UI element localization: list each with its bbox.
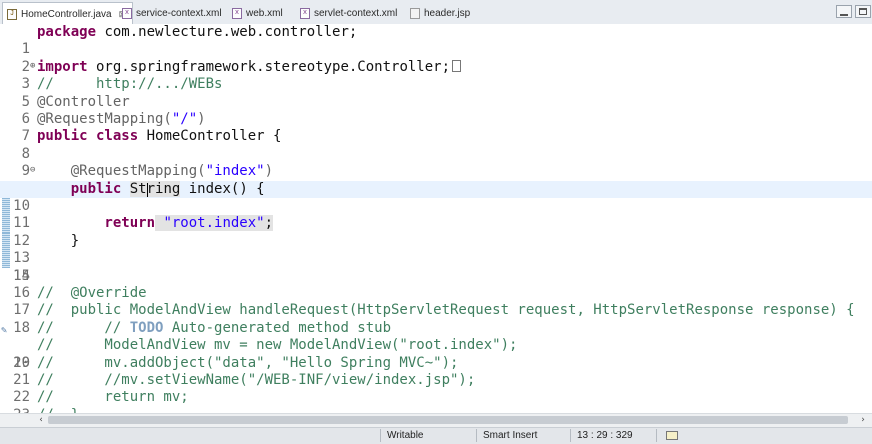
code-line: 21 // mv.addObject("data", "Hello Spring… [0, 355, 872, 388]
tab-homecontroller-java[interactable]: J HomeController.java ⊠ [2, 2, 134, 25]
xml-file-icon: x [300, 7, 310, 19]
current-code-line: 11 public String index() { [0, 180, 872, 231]
code-line: 16 [0, 268, 872, 301]
task-marker-icon[interactable]: ✎ [1, 322, 11, 336]
code-line: 3 ⊕ import org.springframework.stereotyp… [0, 59, 872, 92]
editor-tab-bar: J HomeController.java ⊠ x service-contex… [0, 0, 872, 25]
tab-label: web.xml [246, 7, 283, 19]
text-caret [147, 182, 148, 197]
code-line: ✎ 19 // // TODO Auto-generated method st… [1, 319, 392, 371]
status-insert-mode: Smart Insert [483, 430, 538, 441]
status-cursor-position: 13 : 29 : 329 [577, 430, 633, 441]
tab-label: servlet-context.xml [314, 7, 398, 19]
tab-header-jsp[interactable]: header.jsp [410, 3, 470, 23]
horizontal-scrollbar[interactable]: ‹ › [0, 413, 872, 427]
status-divider [380, 429, 381, 442]
code-line: 2 [0, 41, 872, 75]
code-line: 15 [0, 250, 872, 284]
code-line: 5 // http://.../WEBs [0, 76, 872, 109]
tab-web-xml[interactable]: x web.xml [232, 3, 283, 23]
maximize-button[interactable] [855, 5, 871, 18]
code-line: 23 // return mv; [0, 389, 872, 413]
scroll-left-icon[interactable]: ‹ [34, 414, 48, 427]
xml-file-icon: x [232, 7, 242, 19]
status-divider [656, 429, 657, 442]
code-line: 18 // public ModelAndView handleRequest(… [0, 302, 872, 335]
memory-indicator-icon[interactable] [666, 431, 678, 440]
code-line: 14 } [0, 233, 872, 284]
scroll-right-icon[interactable]: › [856, 414, 870, 427]
status-writable: Writable [387, 430, 424, 441]
fold-collapse-icon[interactable]: ⊖ [30, 166, 37, 175]
tab-label: HomeController.java [21, 8, 112, 20]
code-line: 7 @RequestMapping("/") [0, 111, 872, 144]
code-line: 9 [0, 146, 872, 179]
tab-label: header.jsp [424, 7, 471, 19]
code-line: 13 return "root.index"; [0, 215, 872, 266]
code-line: 12 [0, 198, 872, 249]
code-line: 8 public class HomeController { [0, 128, 872, 161]
tab-servlet-context-xml[interactable]: x servlet-context.xml [300, 3, 397, 23]
code-line: 1 package com.newlecture.web.controller; [0, 24, 872, 57]
minimize-button[interactable] [836, 5, 852, 18]
tab-service-context-xml[interactable]: x service-context.xml [122, 3, 222, 23]
jsp-file-icon [410, 7, 420, 19]
tab-label: service-context.xml [136, 7, 222, 19]
code-line: 10 ⊖ @RequestMapping("index") [0, 163, 872, 214]
code-line: 17 // @Override [0, 285, 872, 318]
folded-imports-icon[interactable] [452, 59, 462, 72]
fold-expand-icon[interactable]: ⊕ [30, 61, 37, 70]
xml-file-icon: x [122, 7, 132, 19]
scrollbar-thumb[interactable] [48, 416, 848, 424]
code-line: 20 // ModelAndView mv = new ModelAndView… [0, 337, 872, 370]
java-file-icon: J [7, 8, 17, 20]
status-divider [476, 429, 477, 442]
status-divider [570, 429, 571, 442]
status-bar: Writable Smart Insert 13 : 29 : 329 [0, 427, 872, 444]
code-editor[interactable]: 1 package com.newlecture.web.controller;… [0, 24, 872, 413]
code-line: 6 @Controller [0, 94, 872, 127]
code-line: 22 // //mv.setViewName("/WEB-INF/view/in… [0, 372, 872, 405]
